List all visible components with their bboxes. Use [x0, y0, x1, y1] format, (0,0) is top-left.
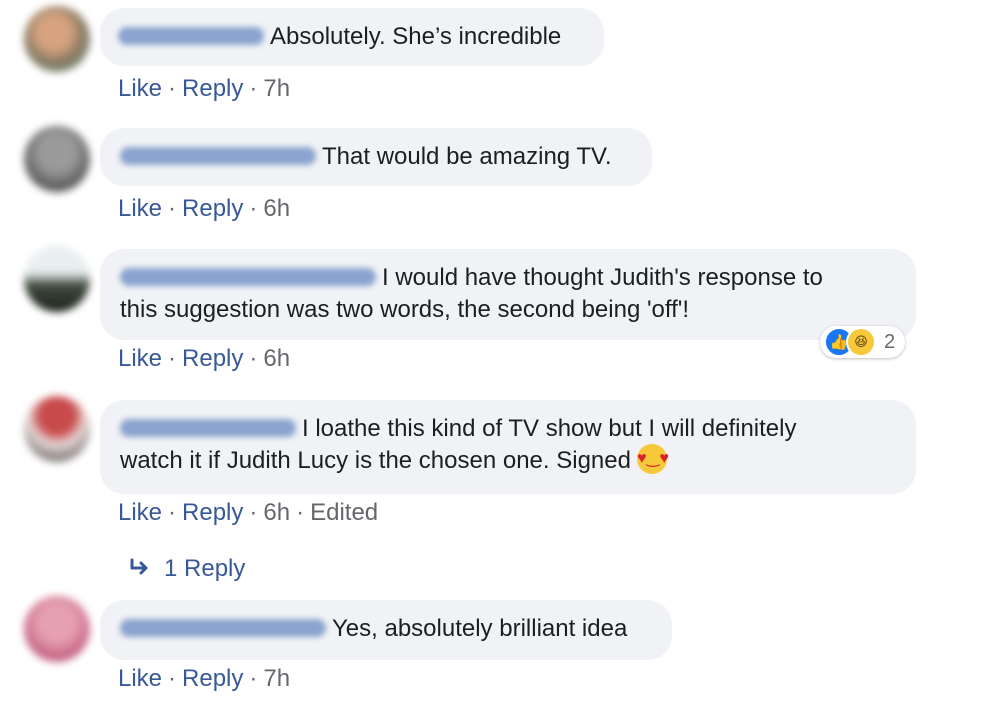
commenter-name-blurred[interactable] [120, 146, 316, 165]
timestamp[interactable]: 6h [263, 195, 290, 222]
timestamp[interactable]: 6h [263, 345, 290, 372]
reply-link[interactable]: Reply [182, 345, 243, 372]
commenter-name-blurred[interactable] [120, 267, 376, 286]
like-link[interactable]: Like [118, 195, 162, 222]
comment-bubble: That would be amazing TV. [100, 128, 652, 186]
comment-bubble: I loathe this kind of TV show but I will… [100, 400, 916, 494]
reply-link[interactable]: Reply [182, 499, 243, 526]
like-link[interactable]: Like [118, 345, 162, 372]
edited-label: Edited [310, 499, 379, 526]
comment-text: Absolutely. She’s incredible [270, 23, 562, 50]
comment-text-line-2: this suggestion was two words, the secon… [120, 296, 690, 323]
avatar[interactable] [24, 596, 90, 662]
avatar[interactable] [24, 6, 90, 72]
comment-bubble: Absolutely. She’s incredible [100, 8, 604, 66]
commenter-name-blurred[interactable] [118, 26, 264, 45]
comment-text-line-2: watch it if Judith Lucy is the chosen on… [120, 447, 631, 474]
like-link[interactable]: Like [118, 75, 162, 102]
comment-actions: Like · Reply · 6h · Edited [118, 499, 379, 526]
comment-text: That would be amazing TV. [322, 143, 612, 170]
comment-actions: Like · Reply · 6h [118, 195, 291, 222]
view-replies-link[interactable]: 1 Reply [130, 553, 245, 585]
reply-link[interactable]: Reply [182, 195, 243, 222]
heart-eyes-emoji-icon: ♥‿♥ [636, 443, 669, 474]
reply-link[interactable]: Reply [182, 75, 243, 102]
avatar[interactable] [24, 246, 90, 312]
avatar[interactable] [24, 396, 90, 462]
comment-text-line-1: I would have thought Judith's response t… [382, 264, 823, 291]
like-link[interactable]: Like [118, 499, 162, 526]
comment-bubble: I would have thought Judith's response t… [100, 249, 916, 340]
comment-text: Yes, absolutely brilliant idea [332, 615, 628, 642]
reply-arrow-icon [130, 553, 164, 585]
timestamp[interactable]: 7h [263, 75, 290, 102]
timestamp[interactable]: 6h [263, 499, 290, 526]
comment-bubble: Yes, absolutely brilliant idea [100, 600, 672, 660]
haha-reaction-icon: 😆 [846, 327, 876, 357]
comment-text-line-1: I loathe this kind of TV show but I will… [302, 415, 797, 442]
avatar[interactable] [24, 126, 90, 192]
reactions-badge[interactable]: 👍 😆 2 [820, 326, 906, 358]
comment-actions: Like · Reply · 7h [118, 665, 291, 692]
comment-actions: Like · Reply · 6h [118, 345, 291, 372]
timestamp[interactable]: 7h [263, 665, 290, 692]
reply-link[interactable]: Reply [182, 665, 243, 692]
reaction-count: 2 [884, 330, 896, 353]
reply-count-label[interactable]: 1 Reply [164, 555, 245, 582]
like-link[interactable]: Like [118, 665, 162, 692]
commenter-name-blurred[interactable] [120, 418, 296, 437]
commenter-name-blurred[interactable] [120, 618, 326, 637]
comment-actions: Like · Reply · 7h [118, 75, 291, 102]
